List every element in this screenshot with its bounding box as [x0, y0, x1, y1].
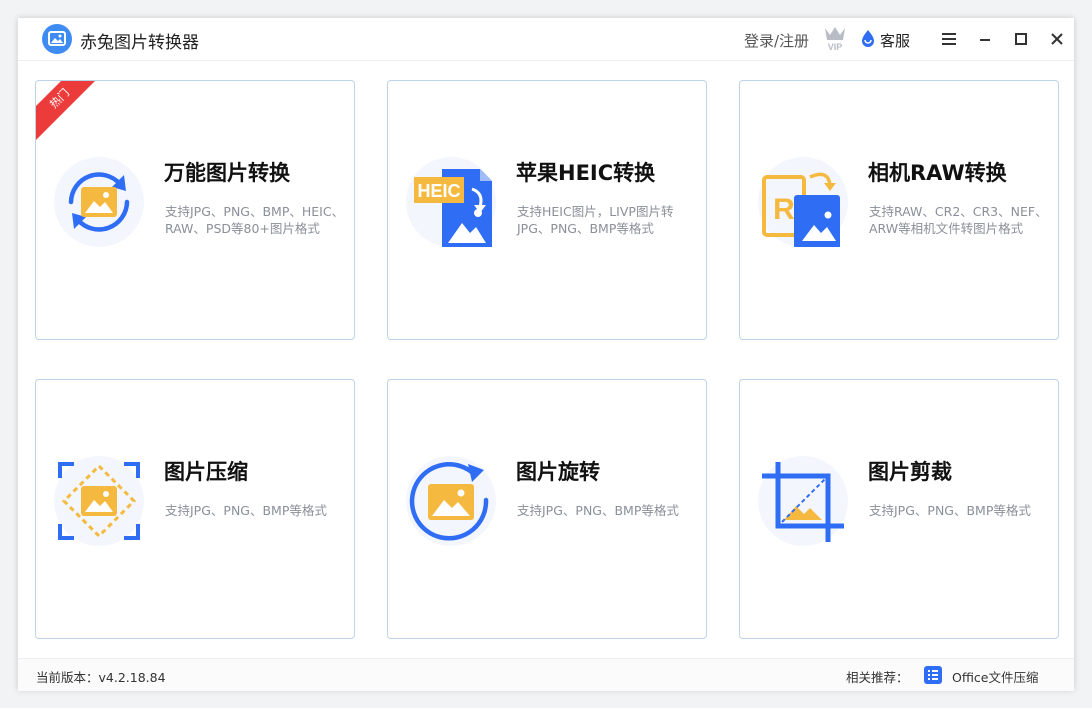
card-image-crop[interactable]: 图片剪裁 支持JPG、PNG、BMP等格式 — [739, 379, 1059, 639]
card-title: 相机RAW转换 — [868, 161, 1007, 185]
app-logo-icon — [42, 24, 72, 54]
recommend-label: 相关推荐： — [846, 670, 909, 685]
hot-badge: 热门 — [36, 81, 102, 141]
close-icon[interactable] — [1044, 26, 1070, 52]
version-text: 当前版本：v4.2.18.84 — [36, 670, 166, 685]
svg-text:R: R — [773, 193, 795, 226]
service-drop-icon — [860, 29, 876, 47]
recommend-app-label: Office文件压缩 — [952, 670, 1039, 685]
card-title: 苹果HEIC转换 — [516, 161, 656, 185]
status-bar: 当前版本：v4.2.18.84 相关推荐： Office文件压缩 — [18, 658, 1074, 691]
svg-text:HEIC: HEIC — [417, 181, 460, 201]
card-description: 支持JPG、PNG、BMP、HEIC、RAW、PSD等80+图片格式 — [165, 204, 345, 236]
card-raw-convert[interactable]: R 相机RAW转换 支持RAW、CR2、CR3、NEF、ARW等相机文件转图片格… — [739, 80, 1059, 340]
minimize-icon[interactable] — [972, 26, 998, 52]
image-compress-icon — [54, 456, 144, 546]
title-bar: 赤兔图片转换器 登录/注册 VIP 客服 — [18, 18, 1074, 61]
card-description: 支持JPG、PNG、BMP等格式 — [165, 503, 327, 518]
svg-text:VIP: VIP — [828, 42, 843, 52]
card-description: 支持HEIC图片，LIVP图片转JPG、PNG、BMP等格式 — [517, 204, 674, 236]
card-title: 图片旋转 — [516, 460, 600, 484]
hamburger-menu-icon[interactable] — [936, 26, 962, 52]
card-image-rotate[interactable]: 图片旋转 支持JPG、PNG、BMP等格式 — [387, 379, 707, 639]
universal-convert-icon — [54, 157, 144, 247]
card-title: 万能图片转换 — [164, 161, 290, 185]
card-image-compress[interactable]: 图片压缩 支持JPG、PNG、BMP等格式 — [35, 379, 355, 639]
raw-convert-icon: R — [758, 157, 848, 247]
card-universal-convert[interactable]: 热门 万能图片转换 支持JPG、PNG、BMP、HEIC、RAW、PSD等80+… — [35, 80, 355, 340]
image-crop-icon — [758, 456, 848, 546]
heic-convert-icon: HEIC — [406, 157, 496, 247]
card-description: 支持RAW、CR2、CR3、NEF、ARW等相机文件转图片格式 — [869, 204, 1048, 236]
office-compress-icon — [924, 666, 942, 684]
card-description: 支持JPG、PNG、BMP等格式 — [517, 503, 679, 518]
vip-crown-icon[interactable]: VIP — [822, 24, 848, 52]
app-window: 赤兔图片转换器 登录/注册 VIP 客服 热门 万能图片转换 支持JPG、PNG… — [18, 18, 1074, 691]
app-title: 赤兔图片转换器 — [80, 33, 199, 53]
card-title: 图片压缩 — [164, 460, 248, 484]
card-title: 图片剪裁 — [868, 460, 952, 484]
image-rotate-icon — [406, 456, 496, 546]
service-label: 客服 — [880, 32, 911, 50]
card-description: 支持JPG、PNG、BMP等格式 — [869, 503, 1031, 518]
maximize-icon[interactable] — [1008, 26, 1034, 52]
login-register-link[interactable]: 登录/注册 — [744, 30, 809, 51]
card-heic-convert[interactable]: HEIC 苹果HEIC转换 支持HEIC图片，LIVP图片转JPG、PNG、BM… — [387, 80, 707, 340]
